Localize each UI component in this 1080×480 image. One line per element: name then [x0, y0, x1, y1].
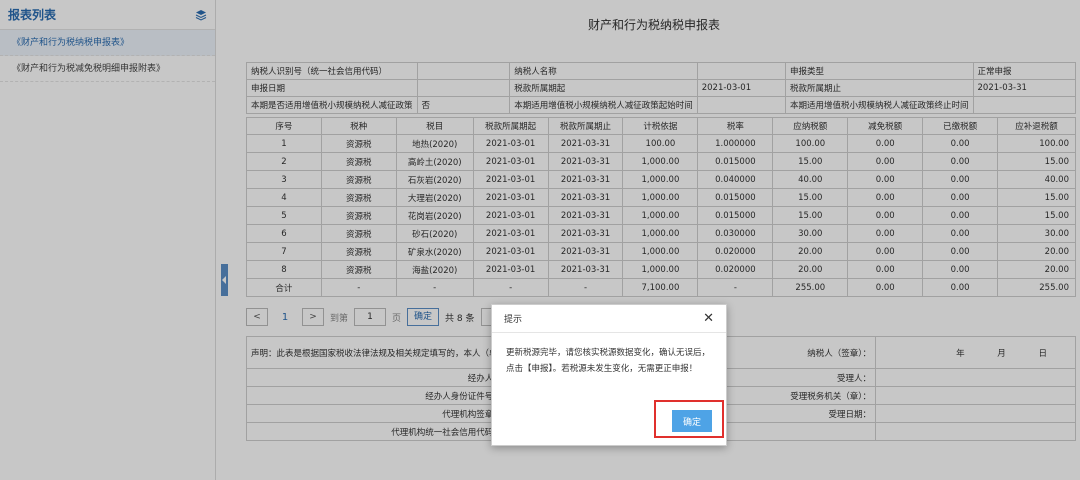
close-icon[interactable]: ✕ — [703, 312, 714, 325]
dialog-ok-button[interactable]: 确定 — [672, 410, 712, 432]
dialog-header: 提示 ✕ — [492, 305, 726, 333]
dialog-message: 更新税源完毕，请您核实税源数据变化，确认无误后，点击【申报】。若税源未发生变化，… — [506, 348, 711, 374]
prompt-dialog: 提示 ✕ 更新税源完毕，请您核实税源数据变化，确认无误后，点击【申报】。若税源未… — [491, 304, 727, 446]
dialog-title: 提示 — [504, 315, 523, 325]
